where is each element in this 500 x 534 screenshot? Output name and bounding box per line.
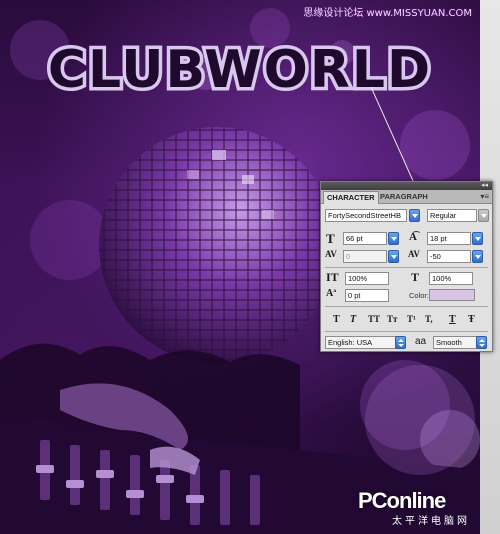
divider: [325, 331, 488, 332]
all-caps-button[interactable]: TT: [368, 314, 380, 324]
baseline-shift-icon: Aª: [326, 288, 337, 299]
vertical-scale-field[interactable]: 100%: [345, 272, 389, 285]
panel-tabbar: CHARACTER PARAGRAPH ▾≡: [321, 190, 492, 204]
small-caps-button[interactable]: Tт: [387, 314, 397, 324]
vertical-scale-icon: IT: [326, 270, 339, 284]
tab-paragraph[interactable]: PARAGRAPH: [377, 191, 431, 204]
chevron-down-icon: [391, 255, 397, 259]
horizontal-scale-icon: T: [411, 270, 420, 284]
antialias-icon: aa: [415, 336, 427, 347]
underline-button[interactable]: T: [449, 314, 456, 325]
chevron-down-icon: [481, 214, 487, 218]
font-size-field[interactable]: 66 pt: [343, 232, 387, 245]
superscript-button[interactable]: T¹: [407, 314, 416, 324]
divider: [325, 306, 488, 307]
pconline-watermark: PConline 太平洋电脑网: [358, 488, 470, 528]
chevron-down-icon: [475, 255, 481, 259]
leading-dropdown[interactable]: [472, 232, 483, 245]
panel-menu-icon[interactable]: ▾≡: [480, 192, 489, 201]
character-panel: ◂◂ CHARACTER PARAGRAPH ▾≡ FortySecondStr…: [320, 181, 493, 352]
chevron-down-icon: [412, 214, 418, 218]
leading-icon: A͡: [409, 231, 417, 243]
subscript-button[interactable]: T,: [425, 314, 433, 324]
font-style-dropdown[interactable]: [478, 209, 489, 222]
color-label: Color:: [409, 291, 430, 300]
divider: [325, 267, 488, 268]
font-style-field[interactable]: Regular: [427, 209, 477, 222]
kerning-icon: AV: [325, 249, 337, 259]
chevron-down-icon: [391, 237, 397, 241]
font-size-dropdown[interactable]: [388, 232, 399, 245]
bokeh-light: [400, 110, 470, 180]
baseline-shift-field[interactable]: 0 pt: [345, 289, 389, 302]
strikethrough-button[interactable]: Ŧ: [468, 314, 475, 325]
language-field[interactable]: English: USA: [325, 336, 397, 349]
updown-icon: [398, 339, 404, 347]
language-dropdown[interactable]: [395, 336, 406, 349]
clubworld-headline: CLUBWORLD: [44, 37, 433, 104]
tracking-dropdown[interactable]: [472, 250, 483, 263]
watermark-subtitle: 太平洋电脑网: [392, 516, 470, 527]
tab-character[interactable]: CHARACTER: [323, 191, 379, 204]
leading-field[interactable]: 18 pt: [427, 232, 471, 245]
horizontal-scale-field[interactable]: 100%: [429, 272, 473, 285]
faux-bold-button[interactable]: T: [333, 314, 340, 325]
tracking-icon: AV: [408, 249, 420, 259]
kerning-field[interactable]: 0: [343, 250, 387, 263]
watermark-brand: PConline: [358, 488, 446, 513]
font-family-dropdown[interactable]: [409, 209, 420, 222]
svg-text:CLUBWORLD: CLUBWORLD: [48, 40, 432, 100]
faux-italic-button[interactable]: T: [350, 314, 356, 325]
panel-titlebar[interactable]: ◂◂: [321, 182, 492, 190]
antialias-field[interactable]: Smooth: [433, 336, 477, 349]
tracking-field[interactable]: -50: [427, 250, 471, 263]
chevron-down-icon: [475, 237, 481, 241]
collapse-icon[interactable]: ◂◂: [481, 182, 488, 190]
font-family-field[interactable]: FortySecondStreetHB: [325, 209, 407, 222]
color-swatch[interactable]: [429, 289, 475, 301]
antialias-dropdown[interactable]: [476, 336, 487, 349]
font-size-icon: T: [326, 231, 335, 246]
updown-icon: [479, 339, 485, 347]
kerning-dropdown[interactable]: [388, 250, 399, 263]
watermark-top-text: 思缘设计论坛 www.MISSYUAN.COM: [303, 8, 472, 19]
